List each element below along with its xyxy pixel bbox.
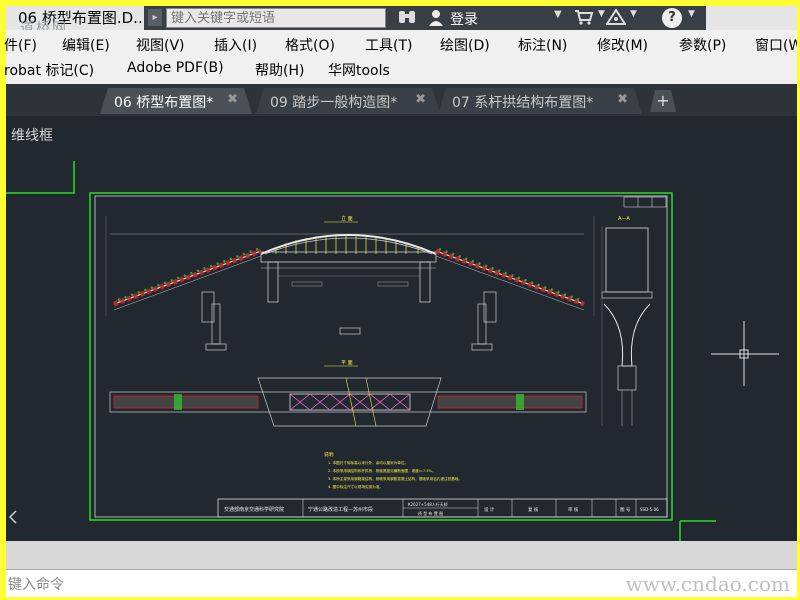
note-line: 3. 本桥主梁采用钢箱梁结构，桥墩采用钢筋混凝土结构，基础采用钻孔灌注桩基础。 bbox=[328, 476, 462, 481]
plan-title: 平 面 bbox=[341, 360, 353, 366]
drawing-canvas[interactable]: 维线框 立 面 平 面 A—A 说明: 1. 本图尺寸除标高以米计外，余均以厘米… bbox=[6, 116, 797, 541]
menu-insert[interactable]: 插入(I) bbox=[214, 35, 257, 55]
close-icon[interactable]: ✖ bbox=[227, 92, 238, 107]
command-input[interactable]: 键入命令 bbox=[8, 574, 64, 594]
elevation-title: 立 面 bbox=[341, 215, 353, 222]
scroll-left-icon[interactable] bbox=[8, 510, 17, 524]
sheet-name: 桥 型 布 置 图 bbox=[418, 510, 443, 516]
title-bar: 06 桥型布置图.D... 道桥网 ▸ 登录 ▼ ▼ ▼ ? ▼ bbox=[6, 6, 797, 37]
menu-draw[interactable]: 绘图(D) bbox=[440, 35, 490, 55]
designer-label: 设 计 bbox=[484, 506, 495, 513]
user-icon[interactable] bbox=[428, 9, 444, 31]
chevron-down-icon[interactable]: ▼ bbox=[630, 9, 637, 19]
tab-stair-general[interactable]: 09 踏步一般构造图* ✖ bbox=[256, 88, 440, 114]
elevation-view: 立 面 bbox=[105, 215, 595, 351]
approver-label: 审 核 bbox=[568, 506, 579, 513]
company-name: 交通部南京交通科学研究院 bbox=[224, 506, 284, 513]
menu-modify[interactable]: 修改(M) bbox=[597, 35, 648, 55]
close-icon[interactable]: ✖ bbox=[415, 92, 426, 107]
menu-dimension[interactable]: 标注(N) bbox=[518, 35, 567, 55]
cart-icon[interactable] bbox=[574, 9, 594, 29]
tab-label: 06 桥型布置图* bbox=[114, 95, 214, 111]
exchange-icon[interactable] bbox=[605, 8, 627, 29]
app-window: 06 桥型布置图.D... 道桥网 ▸ 登录 ▼ ▼ ▼ ? ▼ 件 bbox=[0, 0, 800, 600]
menu-huawang-tools[interactable]: 华网tools bbox=[328, 60, 390, 80]
search-input[interactable] bbox=[166, 8, 386, 28]
title-block: 交通部南京交通科学研究院 宁通公路改造工程—苏州市段 K2627+548人行天桥… bbox=[217, 498, 668, 518]
plan-view: 平 面 bbox=[109, 360, 587, 427]
menu-tools[interactable]: 工具(T) bbox=[365, 35, 412, 55]
chevron-down-icon[interactable]: ▼ bbox=[688, 9, 695, 19]
site-watermark: www.cndao.com bbox=[625, 572, 790, 596]
tab-bridge-layout[interactable]: 06 桥型布置图* ✖ bbox=[100, 88, 252, 114]
add-tab-button[interactable]: + bbox=[650, 90, 676, 112]
menu-parametric[interactable]: 参数(P) bbox=[679, 35, 726, 55]
menu-acrobat-markup[interactable]: robat 标记(C) bbox=[4, 60, 94, 80]
note-line: 2. 本桥采用钢结构系杆拱桥，桥面宽度见横断面图，坡度i=7.5%。 bbox=[328, 468, 436, 473]
drawing-no-value: SSD-5-06 bbox=[640, 507, 659, 512]
structure-name: K2627+548人行天桥 bbox=[408, 501, 448, 507]
viewport-corner bbox=[679, 520, 716, 541]
file-tab-strip: 06 桥型布置图* ✖ 09 踏步一般构造图* ✖ 07 系杆拱结构布置图* ✖… bbox=[6, 84, 797, 116]
menu-edit[interactable]: 编辑(E) bbox=[62, 35, 110, 55]
menu-view[interactable]: 视图(V) bbox=[136, 35, 185, 55]
tab-label: 09 踏步一般构造图* bbox=[270, 95, 398, 111]
drawing-svg: 立 面 平 面 A—A 说明: 1. 本图尺寸除标高以米计外，余均以厘米为单位。… bbox=[6, 161, 779, 541]
expand-arrow-icon[interactable]: ▸ bbox=[148, 9, 162, 26]
binoculars-icon[interactable] bbox=[398, 9, 416, 29]
menu-format[interactable]: 格式(O) bbox=[285, 35, 335, 55]
design-notes: 说明: 1. 本图尺寸除标高以米计外，余均以厘米为单位。 2. 本桥采用钢结构系… bbox=[324, 451, 462, 489]
tab-label: 07 系杆拱结构布置图* bbox=[452, 95, 594, 111]
chevron-down-icon[interactable]: ▼ bbox=[598, 9, 605, 19]
page-box bbox=[623, 196, 667, 208]
help-icon[interactable]: ? bbox=[662, 8, 682, 28]
menu-adobe-pdf[interactable]: Adobe PDF(B) bbox=[127, 60, 224, 76]
close-icon[interactable]: ✖ bbox=[617, 92, 628, 107]
note-line: 1. 本图尺寸除标高以米计外，余均以厘米为单位。 bbox=[328, 460, 408, 465]
menu-window[interactable]: 窗口(W bbox=[755, 35, 797, 55]
menu-bar: 件(F) 编辑(E) 视图(V) 插入(I) 格式(O) 工具(T) 绘图(D)… bbox=[4, 30, 797, 84]
tab-tied-arch[interactable]: 07 系杆拱结构布置图* ✖ bbox=[438, 88, 642, 114]
notes-heading: 说明: bbox=[324, 451, 335, 458]
login-link[interactable]: 登录 bbox=[450, 9, 478, 29]
project-name: 宁通公路改造工程—苏州市段 bbox=[308, 506, 373, 513]
drawing-no-label: 图 号 bbox=[620, 507, 631, 513]
infocenter-bar: ▸ 登录 ▼ ▼ ▼ ? ▼ bbox=[144, 6, 706, 30]
layout-bar bbox=[6, 541, 797, 569]
menu-help[interactable]: 帮助(H) bbox=[255, 60, 304, 80]
checker-label: 复 核 bbox=[528, 506, 539, 513]
section-title: A—A bbox=[618, 216, 630, 222]
command-line[interactable]: 键入命令 www.cndao.com bbox=[6, 569, 797, 597]
menu-file[interactable]: 件(F) bbox=[4, 35, 37, 55]
viewport-corner bbox=[6, 161, 75, 194]
crosshair-cursor bbox=[711, 321, 779, 386]
section-view: A—A bbox=[601, 216, 653, 426]
note-line: 4. 图中标注尺寸以现场实测为准。 bbox=[328, 484, 383, 489]
chevron-down-icon[interactable]: ▼ bbox=[554, 9, 562, 20]
